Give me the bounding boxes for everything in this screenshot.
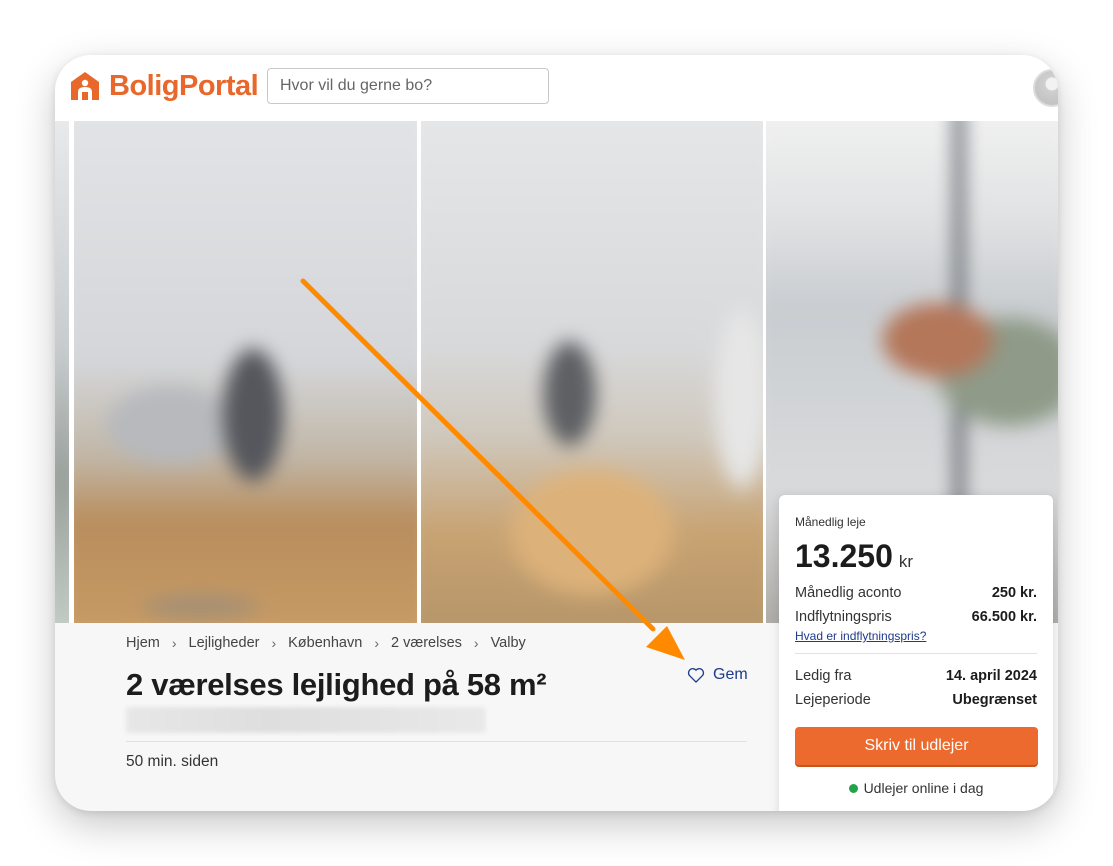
gallery-photo-1[interactable]: [74, 121, 417, 623]
move-in-price-row: Indflytningspris 66.500 kr.: [795, 609, 1037, 625]
monthly-rent-value: 13.250: [795, 538, 893, 574]
move-in-price-label: Indflytningspris: [795, 609, 892, 625]
brand-name: BoligPortal: [109, 69, 259, 102]
available-from-value: 14. april 2024: [945, 668, 1037, 684]
browser-window: BoligPortal Hjem › Lejligheder › Københa…: [55, 55, 1058, 811]
monthly-rent: 13.250 kr: [795, 538, 913, 575]
aconto-value: 250 kr.: [991, 585, 1037, 601]
house-logo-icon: [71, 72, 99, 100]
available-from-row: Ledig fra 14. april 2024: [795, 668, 1037, 684]
breadcrumb-home[interactable]: Hjem: [126, 635, 160, 651]
site-header: BoligPortal: [55, 55, 1058, 121]
online-status-text: Udlejer online i dag: [863, 780, 984, 796]
site-logo[interactable]: BoligPortal: [69, 69, 259, 103]
chevron-right-icon: ›: [171, 635, 177, 651]
available-from-label: Ledig fra: [795, 668, 852, 684]
save-label: Gem: [713, 666, 748, 683]
aconto-row: Månedlig aconto 250 kr.: [795, 585, 1037, 601]
breadcrumb: Hjem › Lejligheder › København › 2 værel…: [126, 635, 526, 651]
divider: [126, 741, 747, 742]
currency-label: kr: [898, 552, 914, 571]
card-divider: [795, 653, 1037, 654]
aconto-label: Månedlig aconto: [795, 585, 902, 601]
move-in-price-value: 66.500 kr.: [971, 609, 1037, 625]
breadcrumb-city[interactable]: København: [288, 635, 362, 651]
online-dot-icon: [848, 783, 858, 793]
chevron-right-icon: ›: [271, 635, 277, 651]
user-avatar[interactable]: [1033, 69, 1058, 107]
save-button[interactable]: Gem: [686, 665, 748, 685]
breadcrumb-apartments[interactable]: Lejligheder: [189, 635, 260, 651]
rental-period-value: Ubegrænset: [952, 692, 1037, 708]
landlord-online-status: Udlejer online i dag: [779, 780, 1053, 796]
monthly-rent-label: Månedlig leje: [795, 515, 866, 529]
chevron-right-icon: ›: [473, 635, 479, 651]
heart-icon: [687, 667, 705, 683]
gallery-photo-2[interactable]: [421, 121, 763, 623]
posted-time: 50 min. siden: [126, 753, 219, 770]
listing-title: 2 værelses lejlighed på 58 m²: [126, 667, 547, 702]
blurred-address: [126, 707, 486, 733]
chevron-right-icon: ›: [374, 635, 379, 651]
gallery-photo-prev[interactable]: [55, 121, 69, 623]
contact-landlord-button[interactable]: Skriv til udlejer: [795, 727, 1038, 765]
move-in-price-help-link[interactable]: Hvad er indflytningspris?: [795, 629, 926, 643]
rental-period-label: Lejeperiode: [795, 692, 871, 708]
breadcrumb-district[interactable]: Valby: [491, 635, 526, 651]
price-card: Månedlig leje 13.250 kr Månedlig aconto …: [779, 495, 1053, 811]
search-input[interactable]: [267, 68, 549, 104]
rental-period-row: Lejeperiode Ubegrænset: [795, 692, 1037, 708]
breadcrumb-rooms[interactable]: 2 værelses: [391, 635, 462, 651]
